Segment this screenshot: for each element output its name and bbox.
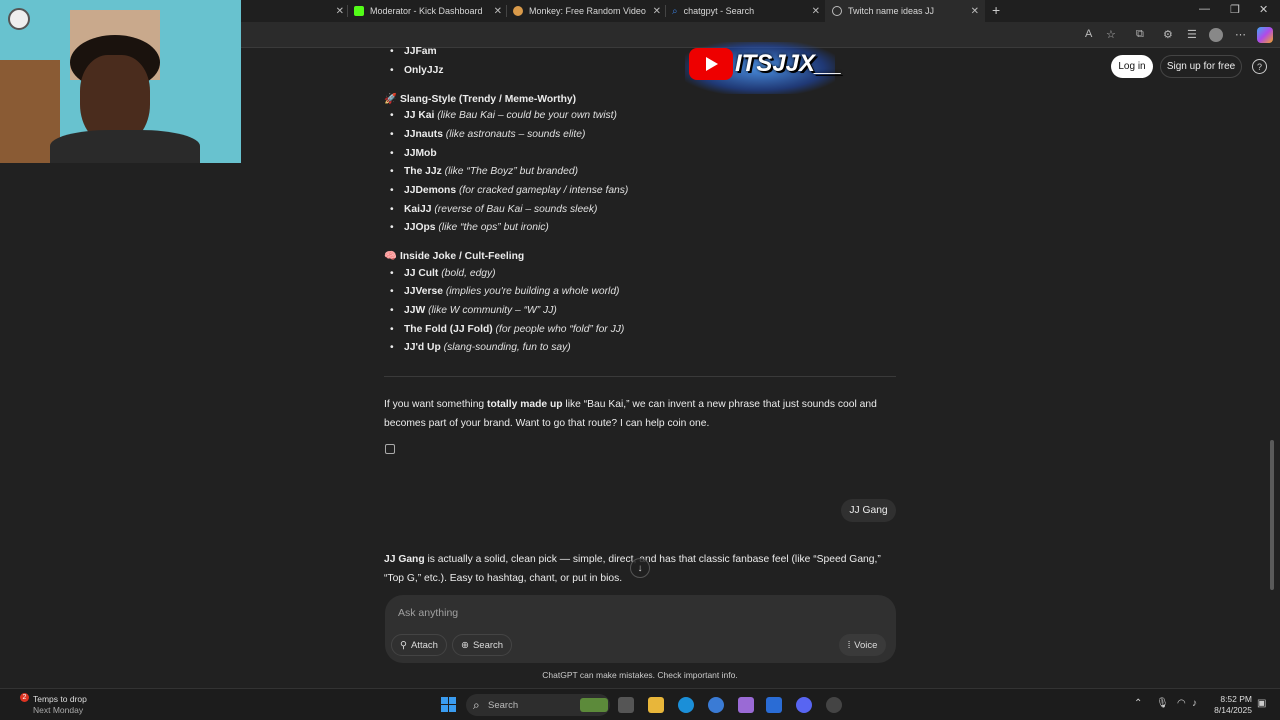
list-item: JJVerse (implies you're building a whole… [390,285,619,298]
close-tab-icon[interactable]: ✕ [812,6,820,17]
youtube-logo-icon [689,48,733,80]
copy-icon[interactable] [385,444,395,454]
new-tab-button[interactable]: + [992,2,1000,18]
tab-twitch-name-ideas[interactable]: Twitch name ideas JJ ✕ [825,0,985,22]
store-icon[interactable] [766,697,782,713]
extensions-icon[interactable]: ⧉ [1136,28,1144,41]
start-button-icon[interactable] [441,697,456,712]
list-item: The Fold (JJ Fold) (for people who “fold… [390,323,624,336]
read-aloud-icon[interactable]: A [1085,28,1092,40]
list-item: JJ'd Up (slang-sounding, fun to say) [390,341,571,354]
tab-label: Twitch name ideas JJ [848,6,935,16]
message-composer[interactable]: Ask anything ⚲ Attach ⊕ Search ⦙ Voice [385,595,896,663]
chatgpt-icon [832,6,842,16]
channel-name: ITSJJX__ [735,50,842,77]
copilot-icon[interactable] [1257,27,1273,43]
globe-icon: ⊕ [461,639,469,651]
search-button[interactable]: ⊕ Search [452,634,513,656]
restore-button[interactable]: ❐ [1230,3,1240,16]
search-icon: ⌕ [672,5,678,17]
login-button[interactable]: Log in [1111,55,1153,78]
list-item: JJnauts (like astronauts – sounds elite) [390,128,585,141]
webcam-person-shirt [50,130,200,163]
brain-icon: 🧠 [384,251,397,262]
clock-date: 8/14/2025 [1214,705,1252,715]
list-item: JJ Kai (like Bau Kai – could be your own… [390,109,617,122]
scroll-down-button[interactable]: ↓ [630,558,650,578]
chevron-up-icon[interactable]: ⌃ [1134,698,1142,709]
favorites-icon[interactable]: ☰ [1187,28,1197,41]
section-heading-slang: 🚀 Slang-Style (Trendy / Meme-Worthy) [384,94,577,105]
user-message-bubble: JJ Gang [841,499,896,522]
list-item: JJFam [390,45,436,58]
paperclip-icon: ⚲ [400,639,407,651]
monkey-icon [513,6,523,16]
profile-avatar[interactable] [1209,28,1223,42]
kick-icon [354,6,364,16]
tab-previous-close[interactable]: ✕ [250,0,344,22]
list-item: JJ Cult (bold, edgy) [390,267,496,280]
divider [384,376,896,377]
tab-label: chatgpyt - Search [683,6,755,16]
wifi-icon[interactable]: ◠ [1177,698,1186,709]
rocket-icon: 🚀 [384,94,397,105]
close-tab-icon[interactable]: ✕ [494,6,502,17]
page-scrollbar[interactable] [1270,440,1274,590]
split-screen-icon[interactable]: ⚙ [1163,28,1173,41]
obs-icon[interactable] [826,697,842,713]
notification-bell-icon[interactable]: ▣ [1257,698,1266,709]
taskbar-clock[interactable]: 8:52 PM 8/14/2025 [1210,694,1252,716]
list-item: JJW (like W community – “W” JJ) [390,304,557,317]
search-highlight-icon [580,698,608,712]
close-tab-icon[interactable]: ✕ [971,6,979,17]
list-item: JJOps (like “the ops” but ironic) [390,221,549,234]
volume-icon[interactable]: ♪ [1192,698,1197,709]
task-view-icon[interactable] [618,697,634,713]
weather-subtitle: Next Monday [33,705,84,715]
app-icon[interactable] [738,697,754,713]
close-window-button[interactable]: ✕ [1259,3,1268,16]
weather-widget[interactable]: 2 Temps to drop Next Monday [13,693,87,716]
edge-icon[interactable] [678,697,694,713]
webcam-wall-clock [8,8,30,30]
tab-search[interactable]: ⌕ chatgpyt - Search ✕ [672,0,820,22]
close-tab-icon[interactable]: ✕ [336,6,344,17]
tab-label: Moderator - Kick Dashboard [370,6,483,16]
list-item: KaiJJ (reverse of Bau Kai – sounds sleek… [390,203,598,216]
tab-divider [506,5,507,17]
list-item: JJMob [390,147,436,160]
windows-taskbar: 2 Temps to drop Next Monday Search ⌃ 🎙 ◠… [0,688,1280,720]
tab-divider [347,5,348,17]
favorite-star-icon[interactable]: ☆ [1106,28,1116,41]
attach-button[interactable]: ⚲ Attach [391,634,447,656]
minimize-button[interactable]: — [1199,3,1210,15]
list-item: JJDemons (for cracked gameplay / intense… [390,184,628,197]
more-menu-icon[interactable]: ⋯ [1235,28,1246,41]
youtube-channel-overlay: ITSJJX__ [685,42,842,94]
list-item: OnlyJJz [390,64,443,77]
tab-label: Monkey: Free Random Video Cha [529,6,647,16]
section-heading-inside-joke: 🧠 Inside Joke / Cult-Feeling [384,251,525,262]
tab-monkey[interactable]: Monkey: Free Random Video Cha ✕ [513,0,661,22]
signup-button[interactable]: Sign up for free [1160,55,1242,78]
assistant-paragraph: If you want something totally made up li… [384,399,877,429]
clock-time: 8:52 PM [1220,694,1252,704]
microphone-icon[interactable]: 🎙 [1156,698,1169,709]
voice-button[interactable]: ⦙ Voice [839,634,887,656]
tab-kick-dashboard[interactable]: Moderator - Kick Dashboard ✕ [354,0,502,22]
close-tab-icon[interactable]: ✕ [653,6,661,17]
app-icon[interactable] [708,697,724,713]
message-input[interactable]: Ask anything [398,607,458,619]
tab-divider [665,5,666,17]
help-icon[interactable]: ? [1252,59,1267,74]
list-item: The JJz (like “The Boyz” but branded) [390,165,578,178]
discord-icon[interactable] [796,697,812,713]
disclaimer: ChatGPT can make mistakes. Check importa… [542,670,738,680]
voice-wave-icon: ⦙ [848,639,851,651]
webcam-overlay [0,0,241,163]
file-explorer-icon[interactable] [648,697,664,713]
notification-badge: 2 [20,693,29,702]
